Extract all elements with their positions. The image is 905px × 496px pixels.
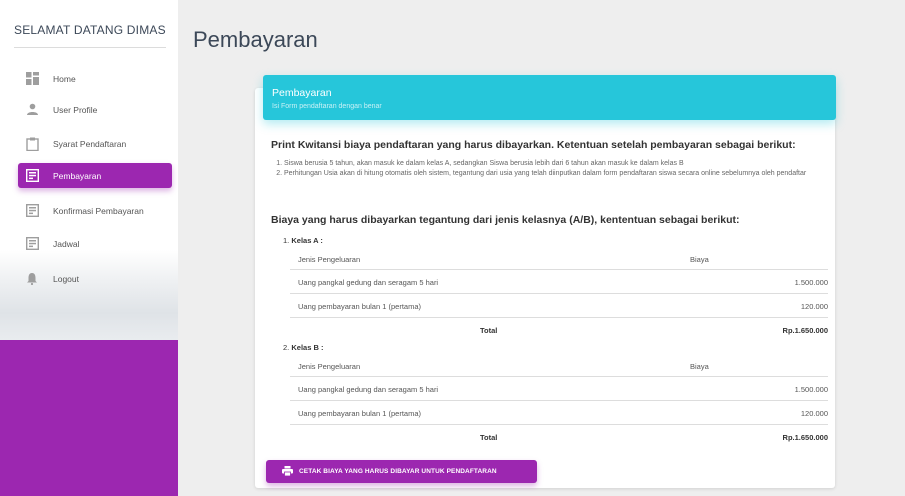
- row-item: Uang pembayaran bulan 1 (pertama): [298, 409, 421, 418]
- sidebar-background-image: [0, 250, 178, 340]
- column-header-cost: Biaya: [690, 255, 709, 264]
- row-item: Uang pangkal gedung dan seragam 5 hari: [298, 278, 439, 287]
- sidebar-item-label: Jadwal: [53, 238, 80, 249]
- table-row: Uang pangkal gedung dan seragam 5 hari 1…: [290, 270, 828, 294]
- sidebar-item-label: Home: [53, 73, 76, 84]
- rule-item: Siswa berusia 5 tahun, akan masuk ke dal…: [284, 159, 831, 169]
- sidebar-item-pembayaran[interactable]: Pembayaran: [18, 163, 172, 188]
- sidebar-background-overlay: [0, 340, 178, 496]
- sidebar-item-label: Konfirmasi Pembayaran: [53, 205, 144, 216]
- total-value: Rp.1.650.000: [782, 326, 828, 335]
- sidebar-item-user-profile[interactable]: User Profile: [18, 97, 172, 122]
- row-item: Uang pangkal gedung dan seragam 5 hari: [298, 385, 439, 394]
- print-button-label: CETAK BIAYA YANG HARUS DIBAYAR UNTUK PEN…: [299, 468, 497, 475]
- sidebar-item-label: User Profile: [53, 104, 98, 115]
- total-value: Rp.1.650.000: [782, 433, 828, 442]
- table-total-row: Total Rp.1.650.000: [290, 318, 828, 342]
- row-item: Uang pembayaran bulan 1 (pertama): [298, 302, 421, 311]
- dashboard-icon: [25, 72, 39, 86]
- total-label: Total: [480, 326, 498, 335]
- sidebar-item-logout[interactable]: Logout: [18, 266, 172, 291]
- sidebar-item-konfirmasi-pembayaran[interactable]: Konfirmasi Pembayaran: [18, 198, 172, 223]
- form-icon: [25, 204, 39, 218]
- card-header-title: Pembayaran: [272, 87, 332, 99]
- row-cost: 1.500.000: [794, 385, 828, 394]
- rule-item: Perhitungan Usia akan di hitung otomatis…: [284, 169, 831, 179]
- column-header-item: Jenis Pengeluaran: [298, 255, 361, 264]
- table-row: Uang pangkal gedung dan seragam 5 hari 1…: [290, 377, 828, 401]
- row-cost: 120.000: [800, 409, 828, 418]
- bell-icon: [25, 272, 39, 286]
- class-name: Kelas B :: [291, 343, 324, 352]
- clipboard-icon: [25, 137, 39, 151]
- form-icon: [25, 169, 39, 183]
- class-a-label: 1. Kelas A :: [283, 236, 323, 245]
- sidebar-brand: SELAMAT DATANG DIMAS: [14, 23, 166, 37]
- section-title: Biaya yang harus dibayarkan tegantung da…: [271, 214, 740, 226]
- table-row: Uang pembayaran bulan 1 (pertama) 120.00…: [290, 294, 828, 318]
- table-row: Uang pembayaran bulan 1 (pertama) 120.00…: [290, 401, 828, 425]
- class-b-label: 2. Kelas B :: [283, 343, 323, 352]
- class-number: 1.: [283, 236, 290, 245]
- sidebar-item-syarat-pendaftaran[interactable]: Syarat Pendaftaran: [18, 131, 172, 156]
- total-label: Total: [480, 433, 498, 442]
- row-cost: 120.000: [800, 302, 828, 311]
- sidebar: SELAMAT DATANG DIMAS Home User Profile S…: [0, 0, 178, 496]
- form-icon: [25, 237, 39, 251]
- sidebar-item-label: Syarat Pendaftaran: [53, 138, 127, 149]
- printer-icon: [282, 463, 293, 481]
- card-content: Print Kwitansi biaya pendaftaran yang ha…: [271, 138, 831, 179]
- card-header-subtitle: Isi Form pendaftaran dengan benar: [272, 103, 382, 110]
- person-icon: [25, 103, 39, 117]
- sidebar-item-home[interactable]: Home: [18, 66, 172, 91]
- sidebar-item-jadwal[interactable]: Jadwal: [18, 231, 172, 256]
- rules-list: Siswa berusia 5 tahun, akan masuk ke dal…: [271, 159, 831, 179]
- intro-text: Print Kwitansi biaya pendaftaran yang ha…: [271, 139, 796, 151]
- table-header-row: Jenis Pengeluaran Biaya: [290, 250, 828, 270]
- brand-divider: [14, 47, 166, 48]
- column-header-item: Jenis Pengeluaran: [298, 362, 361, 371]
- class-number: 2.: [283, 343, 290, 352]
- page-title: Pembayaran: [193, 27, 318, 52]
- class-name: Kelas A :: [291, 236, 323, 245]
- sidebar-item-label: Logout: [53, 273, 79, 284]
- print-payment-button[interactable]: CETAK BIAYA YANG HARUS DIBAYAR UNTUK PEN…: [266, 460, 537, 483]
- row-cost: 1.500.000: [794, 278, 828, 287]
- sidebar-item-label: Pembayaran: [53, 170, 102, 181]
- table-total-row: Total Rp.1.650.000: [290, 425, 828, 449]
- card-header: Pembayaran Isi Form pendaftaran dengan b…: [263, 75, 836, 120]
- column-header-cost: Biaya: [690, 362, 709, 371]
- table-header-row: Jenis Pengeluaran Biaya: [290, 357, 828, 377]
